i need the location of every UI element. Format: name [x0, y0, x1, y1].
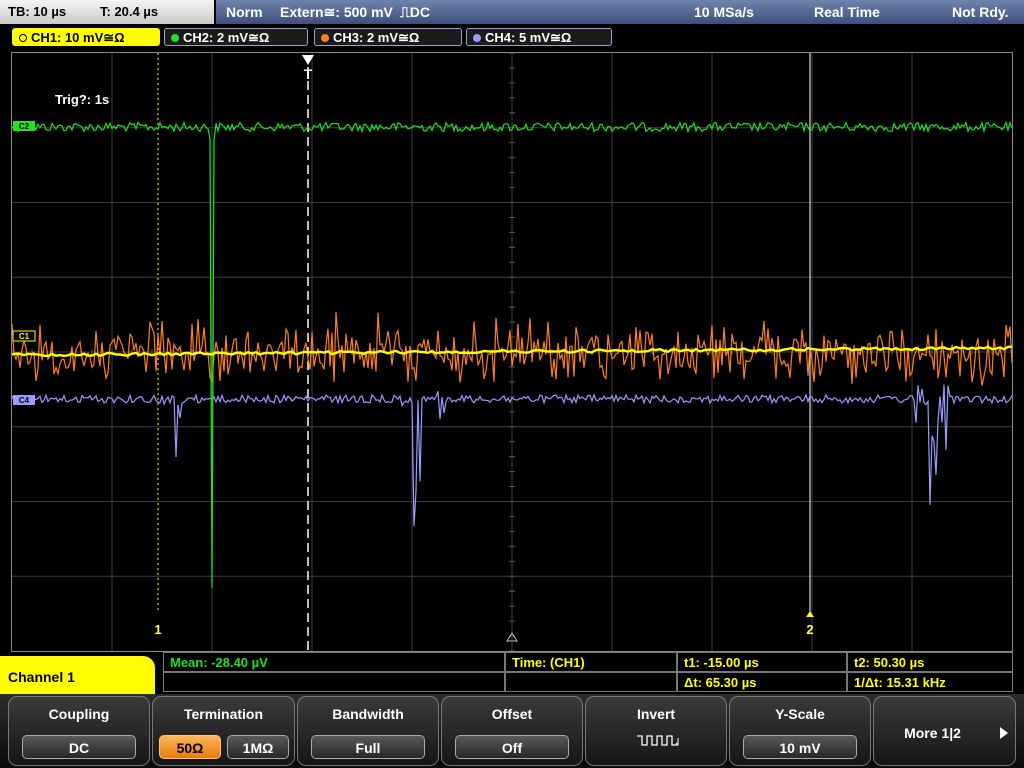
- cursor-1-label: 1: [154, 622, 161, 637]
- softkey-menu: Coupling DC Termination 50Ω 1MΩ Bandwidt…: [0, 694, 1024, 768]
- trigger-edge: ⎍DC: [400, 4, 431, 20]
- tab-ch2[interactable]: CH2: 2 mV≅Ω: [164, 28, 308, 46]
- ch2-level-marker[interactable]: C2: [13, 121, 35, 131]
- offset-softkey[interactable]: Offset Off: [441, 696, 583, 766]
- ch1-label: CH1: 10 mV≅Ω: [31, 30, 125, 45]
- menu-title: Channel 1: [0, 656, 155, 698]
- trigger-marker-label: T: [304, 66, 313, 82]
- inv-delta-t-readout: 1/Δt: 15.31 kHz: [847, 672, 1013, 692]
- ch4-dot-icon: [473, 34, 481, 42]
- yscale-label: Y-Scale: [775, 706, 825, 722]
- mean-readout: Mean: -28.40 µV: [163, 652, 505, 672]
- yscale-softkey[interactable]: Y-Scale 10 mV: [729, 696, 871, 766]
- more-softkey[interactable]: More 1|2: [873, 696, 1016, 766]
- cursor-2-label: 2: [806, 622, 813, 637]
- waveform-canvas: T Trig?: 1s 1 2 C2 C1 C4: [12, 53, 1012, 651]
- trigger-time-readout: T: 20.4 µs: [100, 4, 159, 19]
- acquisition-mode: Real Time: [814, 4, 880, 20]
- tab-ch3[interactable]: CH3: 2 mV≅Ω: [314, 28, 462, 46]
- ch1-level-marker[interactable]: C1: [12, 330, 36, 342]
- status-bar: TB: 10 µs T: 20.4 µs Norm Extern≅: 500 m…: [0, 0, 1024, 24]
- channel-tabs: CH1: 10 mV≅Ω CH2: 2 mV≅Ω CH3: 2 mV≅Ω CH4…: [0, 26, 1024, 48]
- timebase-readout: TB: 10 µs: [8, 4, 67, 19]
- run-status: Not Rdy.: [952, 4, 1009, 20]
- coupling-value[interactable]: DC: [22, 735, 136, 759]
- ch3-dot-icon: [321, 34, 329, 42]
- invert-softkey[interactable]: Invert: [585, 696, 727, 766]
- bandwidth-label: Bandwidth: [332, 706, 404, 722]
- empty-cell: [163, 672, 505, 692]
- bandwidth-value[interactable]: Full: [311, 735, 425, 759]
- ch2-dot-icon: [171, 34, 179, 42]
- cursor-2-arrow-icon: [806, 611, 814, 617]
- offset-label: Offset: [491, 706, 533, 722]
- ch4-level-marker[interactable]: C4: [13, 395, 35, 405]
- coupling-softkey[interactable]: Coupling DC: [8, 696, 150, 766]
- timebase-panel[interactable]: TB: 10 µs T: 20.4 µs: [0, 0, 214, 24]
- trigger-panel[interactable]: Norm Extern≅: 500 mV ⎍DC 10 MSa/s Real T…: [216, 0, 1024, 24]
- offset-value[interactable]: Off: [455, 735, 569, 759]
- ch1-dot-icon: [19, 34, 27, 42]
- time-source-readout: Time: (CH1): [505, 652, 677, 672]
- ch1-marker-text: C1: [19, 332, 30, 341]
- more-label: More 1|2: [904, 725, 961, 741]
- ch4-label: CH4: 5 mV≅Ω: [485, 30, 572, 45]
- yscale-value[interactable]: 10 mV: [743, 735, 857, 759]
- bandwidth-softkey[interactable]: Bandwidth Full: [297, 696, 439, 766]
- sample-rate: 10 MSa/s: [694, 4, 754, 20]
- ch2-label: CH2: 2 mV≅Ω: [183, 30, 270, 45]
- tab-ch1[interactable]: CH1: 10 mV≅Ω: [12, 28, 160, 46]
- coupling-label: Coupling: [48, 706, 110, 722]
- tab-ch4[interactable]: CH4: 5 mV≅Ω: [466, 28, 612, 46]
- t2-readout: t2: 50.30 µs: [847, 652, 1013, 672]
- termination-label: Termination: [183, 706, 264, 722]
- termination-softkey[interactable]: Termination 50Ω 1MΩ: [152, 696, 295, 766]
- waveform-display[interactable]: T Trig?: 1s 1 2 C2 C1 C4: [11, 52, 1013, 652]
- empty-cell-2: [505, 672, 677, 692]
- measurement-panel: Mean: -28.40 µV Time: (CH1) t1: -15.00 µ…: [163, 652, 1013, 692]
- termination-50ohm-option[interactable]: 50Ω: [159, 735, 221, 759]
- ch4-marker-text: C4: [19, 396, 30, 405]
- next-arrow-icon: [1000, 727, 1008, 739]
- ch2-marker-text: C2: [19, 122, 30, 131]
- invert-waveform-icon: [637, 735, 679, 747]
- t1-readout: t1: -15.00 µs: [677, 652, 847, 672]
- termination-1mohm-option[interactable]: 1MΩ: [227, 735, 289, 759]
- invert-label: Invert: [636, 706, 676, 722]
- trigger-info: Trig?: 1s: [55, 92, 109, 107]
- ch3-label: CH3: 2 mV≅Ω: [333, 30, 420, 45]
- trigger-mode: Norm: [226, 4, 263, 20]
- delta-t-readout: Δt: 65.30 µs: [677, 672, 847, 692]
- trigger-source: Extern≅: 500 mV: [280, 4, 393, 20]
